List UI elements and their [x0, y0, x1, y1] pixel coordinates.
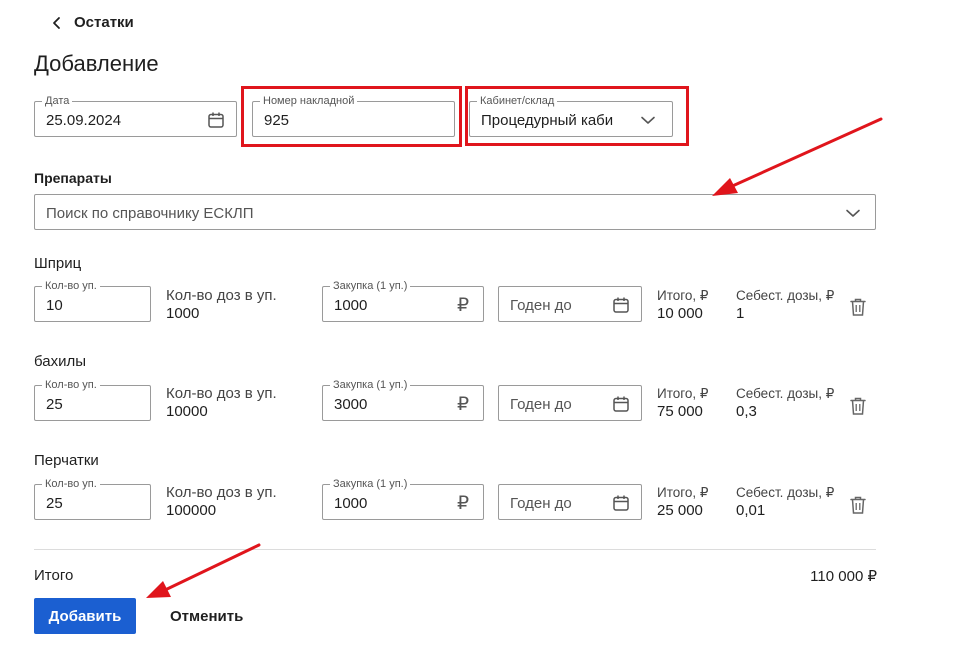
dose-cost-value: 1	[736, 305, 745, 322]
calendar-icon[interactable]	[206, 110, 226, 130]
add-button[interactable]: Добавить	[34, 598, 136, 634]
item-total: Итого, ₽ 10 000	[657, 287, 708, 323]
ruble-icon: ₽	[456, 492, 470, 514]
item-total: Итого, ₽ 75 000	[657, 385, 708, 421]
purchase-price-label: Закупка (1 уп.)	[330, 478, 411, 490]
doses-per-pack: Кол-во доз в уп. 10000	[166, 385, 277, 421]
back-link[interactable]: Остатки	[50, 14, 134, 31]
qty-packs-label: Кол-во уп.	[42, 379, 100, 391]
ruble-icon: ₽	[456, 294, 470, 316]
qty-packs-value: 25	[46, 495, 63, 512]
ruble-icon: ₽	[456, 393, 470, 415]
calendar-icon[interactable]	[611, 493, 631, 513]
qty-packs-input[interactable]: Кол-во уп. 25	[34, 478, 151, 520]
trash-icon[interactable]	[849, 297, 869, 317]
date-field[interactable]: Дата 25.09.2024	[34, 95, 237, 137]
divider	[34, 549, 876, 550]
purchase-price-input[interactable]: Закупка (1 уп.) 3000 ₽	[322, 379, 484, 421]
expiry-date-placeholder: Годен до	[510, 495, 572, 512]
expiry-date-input[interactable]: Годен до	[498, 286, 642, 322]
doses-per-pack-label: Кол-во доз в уп.	[166, 385, 277, 402]
item-total: Итого, ₽ 25 000	[657, 484, 708, 520]
grand-total-label: Итого	[34, 567, 74, 584]
arrow-to-search-icon	[712, 117, 883, 196]
dose-cost-value: 0,01	[736, 502, 766, 519]
dose-cost-value: 0,3	[736, 403, 757, 420]
chevron-left-icon	[53, 16, 60, 29]
date-field-label: Дата	[42, 95, 73, 107]
qty-packs-value: 10	[46, 297, 63, 314]
doses-per-pack-value: 10000	[166, 403, 208, 420]
doses-per-pack-label: Кол-во доз в уп.	[166, 287, 277, 304]
dose-cost: Себест. дозы, ₽ 1	[736, 287, 834, 323]
purchase-price-label: Закупка (1 уп.)	[330, 280, 411, 292]
doses-per-pack-value: 1000	[166, 305, 200, 322]
qty-packs-label: Кол-во уп.	[42, 478, 100, 490]
page-title: Добавление	[34, 51, 159, 76]
page: Остатки Добавление Дата 25.09.2024 Номер…	[0, 0, 964, 661]
item-total-value: 10 000	[657, 305, 703, 322]
back-link-label: Остатки	[74, 14, 134, 31]
expiry-date-placeholder: Годен до	[510, 396, 572, 413]
expiry-date-input[interactable]: Годен до	[498, 385, 642, 421]
drug-search-input[interactable]: Поиск по справочнику ЕСКЛП	[34, 194, 876, 230]
dose-cost-label: Себест. дозы, ₽	[736, 386, 835, 401]
cancel-button[interactable]: Отменить	[158, 598, 255, 634]
grand-total-value: 110 000 ₽	[810, 568, 877, 585]
expiry-date-placeholder: Годен до	[510, 297, 572, 314]
trash-icon[interactable]	[849, 396, 869, 416]
trash-icon[interactable]	[849, 495, 869, 515]
cabinet-highlight-box	[465, 86, 689, 146]
purchase-price-label: Закупка (1 уп.)	[330, 379, 411, 391]
doses-per-pack-value: 100000	[166, 502, 217, 519]
purchase-price-value: 1000	[334, 495, 368, 512]
drugs-section-label: Препараты	[34, 170, 112, 186]
item-total-label: Итого, ₽	[657, 386, 709, 401]
dose-cost-label: Себест. дозы, ₽	[736, 288, 835, 303]
purchase-price-value: 3000	[334, 396, 368, 413]
purchase-price-input[interactable]: Закупка (1 уп.) 1000 ₽	[322, 478, 484, 520]
item-total-value: 25 000	[657, 502, 703, 519]
qty-packs-input[interactable]: Кол-во уп. 10	[34, 280, 151, 322]
dose-cost-label: Себест. дозы, ₽	[736, 485, 835, 500]
arrow-to-add-button-icon	[146, 543, 261, 598]
item-total-value: 75 000	[657, 403, 703, 420]
item-name: Шприц	[34, 255, 82, 272]
doses-per-pack: Кол-во доз в уп. 100000	[166, 484, 277, 520]
dose-cost: Себест. дозы, ₽ 0,01	[736, 484, 834, 520]
doses-per-pack: Кол-во доз в уп. 1000	[166, 287, 277, 323]
expiry-date-input[interactable]: Годен до	[498, 484, 642, 520]
dose-cost: Себест. дозы, ₽ 0,3	[736, 385, 834, 421]
invoice-highlight-box	[241, 86, 462, 147]
calendar-icon[interactable]	[611, 295, 631, 315]
item-total-label: Итого, ₽	[657, 485, 709, 500]
item-name: бахилы	[34, 353, 87, 370]
date-value: 25.09.2024	[46, 112, 122, 129]
item-name: Перчатки	[34, 452, 99, 469]
item-total-label: Итого, ₽	[657, 288, 709, 303]
qty-packs-input[interactable]: Кол-во уп. 25	[34, 379, 151, 421]
drug-search-placeholder: Поиск по справочнику ЕСКЛП	[46, 205, 254, 222]
doses-per-pack-label: Кол-во доз в уп.	[166, 484, 277, 501]
qty-packs-label: Кол-во уп.	[42, 280, 100, 292]
qty-packs-value: 25	[46, 396, 63, 413]
chevron-down-icon[interactable]	[843, 203, 863, 223]
purchase-price-input[interactable]: Закупка (1 уп.) 1000 ₽	[322, 280, 484, 322]
purchase-price-value: 1000	[334, 297, 368, 314]
calendar-icon[interactable]	[611, 394, 631, 414]
